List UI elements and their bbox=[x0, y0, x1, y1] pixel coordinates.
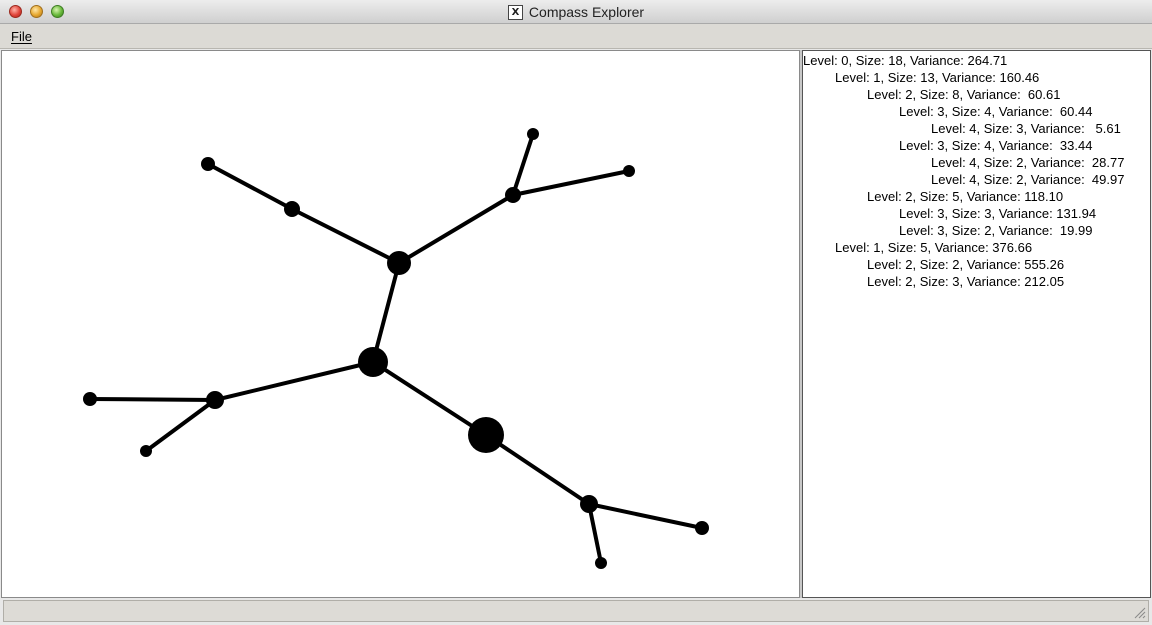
graph-edges bbox=[88, 132, 704, 565]
tree-row[interactable]: Level: 3, Size: 3, Variance: 131.94 bbox=[899, 205, 1096, 222]
graph-edge bbox=[206, 162, 294, 211]
tree-row[interactable]: Level: 3, Size: 2, Variance: 19.99 bbox=[899, 222, 1092, 239]
graph-node[interactable] bbox=[387, 251, 411, 275]
graph-edge bbox=[144, 398, 217, 453]
tree-row[interactable]: Level: 1, Size: 13, Variance: 160.46 bbox=[835, 69, 1039, 86]
status-bar bbox=[3, 600, 1149, 622]
graph-edge bbox=[290, 207, 401, 265]
graph-node[interactable] bbox=[83, 392, 97, 406]
graph-node[interactable] bbox=[284, 201, 300, 217]
window-title: Compass Explorer bbox=[528, 4, 645, 20]
graph-edge bbox=[511, 169, 631, 197]
tree-row[interactable]: Level: 1, Size: 5, Variance: 376.66 bbox=[835, 239, 1032, 256]
graph-svg bbox=[83, 128, 709, 569]
tree-row[interactable]: Level: 4, Size: 2, Variance: 28.77 bbox=[931, 154, 1124, 171]
tree-row[interactable]: Level: 3, Size: 4, Variance: 60.44 bbox=[899, 103, 1092, 120]
graph-edge bbox=[587, 502, 603, 565]
title-bar: X Compass Explorer bbox=[0, 0, 1152, 24]
graph-edge bbox=[213, 360, 375, 402]
menu-file[interactable]: File bbox=[11, 29, 32, 44]
x11-icon: X bbox=[507, 4, 523, 20]
graph-edge bbox=[371, 261, 401, 364]
graph-node[interactable] bbox=[623, 165, 635, 177]
graph-edge bbox=[484, 433, 591, 506]
graph-node[interactable] bbox=[468, 417, 504, 453]
graph-node[interactable] bbox=[358, 347, 388, 377]
graph-edge bbox=[371, 360, 488, 437]
graph-nodes bbox=[83, 128, 709, 569]
tree-row[interactable]: Level: 4, Size: 2, Variance: 49.97 bbox=[931, 171, 1124, 188]
tree-row[interactable]: Level: 0, Size: 18, Variance: 264.71 bbox=[803, 52, 1007, 69]
graph-node[interactable] bbox=[580, 495, 598, 513]
tree-row[interactable]: Level: 4, Size: 3, Variance: 5.61 bbox=[931, 120, 1121, 137]
tree-row[interactable]: Level: 2, Size: 8, Variance: 60.61 bbox=[867, 86, 1060, 103]
tree-row[interactable]: Level: 2, Size: 2, Variance: 555.26 bbox=[867, 256, 1064, 273]
graph-edge bbox=[511, 132, 535, 197]
hierarchy-tree-panel: Level: 0, Size: 18, Variance: 264.71 Lev… bbox=[802, 50, 1151, 598]
graph-node[interactable] bbox=[505, 187, 521, 203]
graph-node[interactable] bbox=[201, 157, 215, 171]
graph-node[interactable] bbox=[695, 521, 709, 535]
graph-node[interactable] bbox=[206, 391, 224, 409]
graph-canvas[interactable] bbox=[1, 50, 800, 598]
menu-bar: File bbox=[0, 24, 1152, 49]
resize-grip-icon[interactable] bbox=[1132, 605, 1146, 619]
graph-edge bbox=[88, 397, 217, 402]
tree-row[interactable]: Level: 2, Size: 3, Variance: 212.05 bbox=[867, 273, 1064, 290]
tree-row[interactable]: Level: 2, Size: 5, Variance: 118.10 bbox=[867, 188, 1063, 205]
graph-node[interactable] bbox=[595, 557, 607, 569]
graph-node[interactable] bbox=[527, 128, 539, 140]
graph-edge bbox=[587, 502, 704, 530]
graph-edge bbox=[397, 193, 515, 265]
graph-node[interactable] bbox=[140, 445, 152, 457]
tree-row[interactable]: Level: 3, Size: 4, Variance: 33.44 bbox=[899, 137, 1092, 154]
